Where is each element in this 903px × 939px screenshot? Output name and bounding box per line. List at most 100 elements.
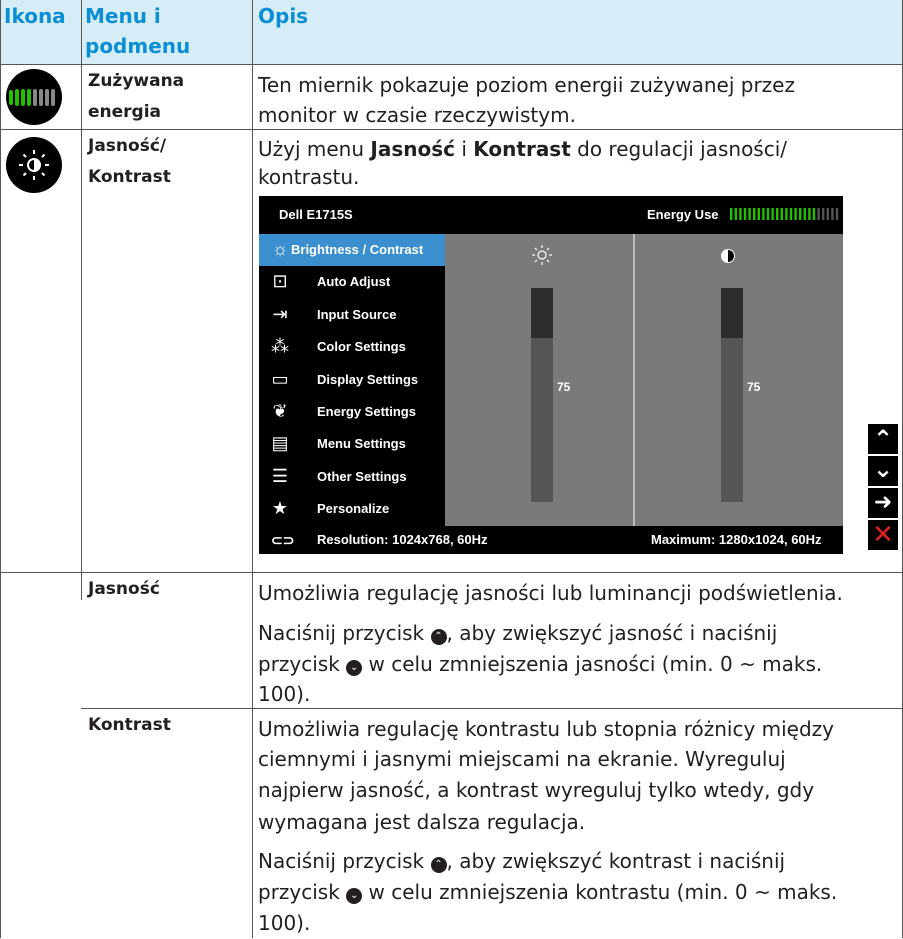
energy-meter-segment — [771, 208, 774, 220]
contrast-value: 75 — [747, 380, 761, 394]
brightness-icon: ☼ — [271, 239, 289, 259]
up-icon[interactable]: ⌃ — [868, 424, 898, 454]
grid-line — [252, 0, 253, 938]
osd-menu-item[interactable]: ⁂ Color Settings — [259, 331, 445, 363]
osd-energy-meter — [730, 208, 839, 220]
energy-meter-segment — [762, 208, 765, 220]
energy-meter-segment — [812, 208, 816, 220]
energy-meter-segment — [776, 208, 779, 220]
osd-menu-item[interactable]: ❦ Energy Settings — [259, 396, 445, 428]
energy-meter-segment — [831, 208, 834, 220]
desc-jasnosc-2: Naciśnij przycisk ⌃, aby zwiększyć jasno… — [258, 621, 778, 645]
osd-contrast-icon — [721, 249, 735, 263]
osd-brightness-panel: 75 — [445, 234, 633, 526]
energy-meter-segment — [826, 208, 829, 220]
osd-menu-item-label: Menu Settings — [317, 436, 406, 452]
header-desc-col: Opis — [258, 4, 309, 28]
osd-screenshot: Dell E1715S Energy Use ☼ Brightness / Con… — [259, 196, 843, 554]
osd-menu-item-label: Energy Settings — [317, 404, 416, 419]
menu-settings-icon: ▤ — [271, 433, 289, 454]
grid-line — [81, 0, 82, 600]
osd-menu-item-label: Display Settings — [317, 371, 419, 387]
energy-meter-segment — [803, 208, 806, 220]
desc-jasnosc-3: przycisk ⌄ w celu zmniejszenia jasności … — [258, 652, 823, 676]
osd-top-bar: Dell E1715S Energy Use — [259, 196, 843, 234]
osd-bottom-bar: ⊂⊃ Resolution: 1024x768, 60Hz Maximum: 1… — [259, 526, 843, 554]
energy-meter-segment — [785, 208, 788, 220]
down-button-icon: ⌄ — [346, 888, 363, 904]
desc-kontrast-7: 100). — [258, 911, 311, 935]
other-settings-icon: ☰ — [271, 465, 289, 486]
energy-meter-segment — [808, 208, 811, 220]
desc-kontrast-4: wymagana jest dalsza regulacja. — [258, 810, 586, 834]
osd-resolution: Resolution: 1024x768, 60Hz — [317, 532, 488, 547]
desc-brightness-2: kontrastu. — [258, 165, 360, 189]
osd-energy-label: Energy Use — [647, 207, 719, 222]
desc-energy-1: Ten miernik pokazuje poziom energii zuży… — [258, 73, 795, 97]
up-button-icon: ⌃ — [430, 857, 447, 873]
energy-meter-segment — [789, 208, 793, 220]
osd-menu-item[interactable]: ⊡ Auto Adjust — [259, 266, 445, 298]
energy-settings-icon: ❦ — [272, 401, 288, 421]
desc-kontrast-3: najpierw jasność, a kontrast wyreguluj t… — [258, 778, 815, 802]
desc-jasnosc-1: Umożliwia regulację jasności lub luminan… — [258, 581, 843, 605]
desc-kontrast-5: Naciśnij przycisk ⌃, aby zwiększyć kontr… — [258, 849, 786, 873]
osd-menu-item[interactable]: ⇥ Input Source — [259, 299, 445, 331]
menu-label-brightness-2: Kontrast — [88, 167, 171, 187]
osd-menu-item[interactable]: ☼ Brightness / Contrast — [259, 234, 445, 266]
brightness-slider[interactable] — [531, 288, 553, 502]
color-settings-icon: ⁂ — [271, 336, 289, 357]
enter-icon[interactable]: ➜ — [868, 488, 898, 518]
header-menu-col-line2: podmenu — [85, 34, 191, 58]
energy-meter-segment — [822, 208, 825, 220]
osd-menu-item[interactable]: ☰ Other Settings — [259, 461, 445, 493]
osd-contrast-panel: 75 — [635, 234, 843, 526]
osd-menu-item[interactable]: ★ Personalize — [259, 493, 445, 525]
energy-meter-segment — [734, 208, 737, 220]
osd-sun-icon — [532, 245, 552, 265]
grid-line — [0, 0, 1, 938]
grid-line — [0, 64, 903, 65]
energy-meter-segment — [748, 208, 751, 220]
energy-meter-segment — [780, 208, 783, 220]
osd-maximum: Maximum: 1280x1024, 60Hz — [651, 532, 822, 547]
down-button-icon: ⌄ — [346, 660, 363, 676]
vga-connector-icon: ⊂⊃ — [271, 532, 295, 548]
osd-menu-item[interactable]: ▤ Menu Settings — [259, 428, 445, 460]
input-source-icon: ⇥ — [272, 303, 288, 324]
table-header: Ikona Menu i podmenu Opis — [0, 0, 903, 64]
menu-label-jasnosc: Jasność — [88, 579, 160, 599]
energy-meter-segment — [817, 208, 820, 220]
grid-line — [0, 572, 903, 573]
energy-meter-icon — [6, 69, 62, 125]
menu-label-brightness-1: Jasność/ — [88, 136, 167, 156]
exit-icon[interactable]: ✕ — [868, 520, 898, 550]
energy-meter-segment — [753, 208, 756, 220]
header-icon-col: Ikona — [4, 4, 66, 28]
osd-menu-item-label: Input Source — [317, 306, 397, 322]
desc-kontrast-1: Umożliwia regulację kontrastu lub stopni… — [258, 717, 835, 741]
contrast-slider[interactable] — [721, 288, 743, 502]
osd-menu-item-label: Color Settings — [317, 339, 406, 355]
energy-meter-segment — [743, 208, 747, 220]
osd-menu-item-label: Other Settings — [317, 468, 407, 484]
desc-kontrast-2: ciemnymi i jasnymi miejscami na ekranie.… — [258, 747, 786, 771]
down-icon[interactable]: ⌄ — [868, 456, 898, 486]
osd-menu-item-label: Auto Adjust — [317, 274, 391, 290]
energy-meter-segment — [739, 208, 742, 220]
auto-adjust-icon: ⊡ — [272, 271, 288, 292]
osd-menu-item[interactable]: ▭ Display Settings — [259, 364, 445, 396]
menu-label-energy-2: energia — [88, 102, 162, 122]
up-button-icon: ⌃ — [430, 629, 447, 645]
energy-meter-segment — [730, 208, 733, 220]
brightness-slider-empty — [531, 288, 553, 338]
menu-label-energy-1: Zużywana — [88, 71, 185, 91]
energy-meter-segment — [835, 208, 839, 220]
osd-menu-item-label: Personalize — [317, 501, 390, 517]
brightness-icon — [6, 137, 62, 193]
osd-menu: ☼ Brightness / Contrast ⊡ Auto Adjust ⇥ Input… — [259, 234, 445, 526]
desc-energy-2: monitor w czasie rzeczywistym. — [258, 103, 576, 127]
brightness-value: 75 — [557, 380, 571, 394]
osd-menu-item-label: Brightness / Contrast — [291, 242, 424, 257]
grid-line — [81, 708, 903, 709]
